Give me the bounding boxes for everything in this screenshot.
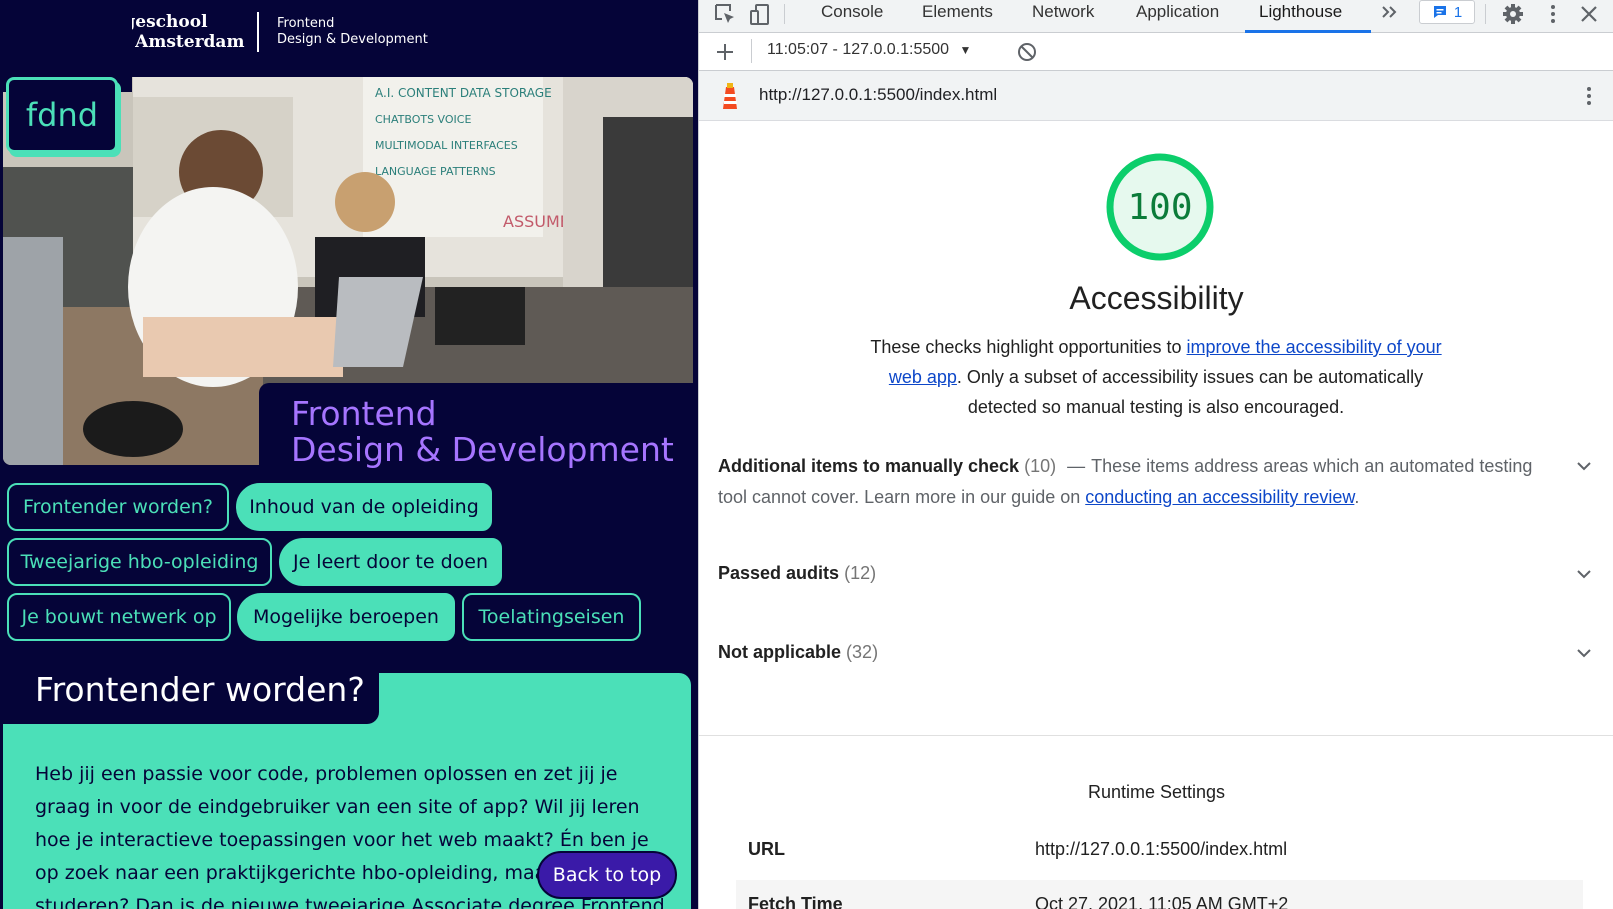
nav-pill-toelatingseisen[interactable]: Toelatingseisen [462,593,641,641]
clear-block-icon[interactable] [1017,42,1037,62]
program-name-line1: Frontend [277,16,335,31]
manual-check-end: . [1354,487,1360,507]
tab-network[interactable]: Network [1032,0,1094,33]
hero-title-line1: Frontend [291,394,437,433]
svg-text:CHATBOTS VOICE: CHATBOTS VOICE [375,113,471,126]
category-title: Accessibility [1069,280,1244,316]
runtime-row-fetch-time: Fetch Time Oct 27, 2021, 11:05 AM GMT+2 [736,880,1583,909]
not-applicable-group[interactable]: Not applicable (32) [718,642,1593,663]
lighthouse-url-bar: http://127.0.0.1:5500/index.html [699,71,1613,121]
manual-check-dash: — [1067,456,1086,476]
accessibility-review-link[interactable]: conducting an accessibility review [1085,487,1354,507]
tab-application[interactable]: Application [1136,0,1219,33]
category-description: These checks highlight opportunities to … [854,332,1458,422]
runtime-url-label: URL [748,839,785,859]
chevron-down-icon[interactable] [1575,457,1593,475]
tab-lighthouse[interactable]: Lighthouse [1245,0,1371,33]
devtools-panel: Console Elements Network Application Lig… [698,0,1613,909]
not-applicable-count: (32) [846,642,879,662]
program-name-line2: Design & Development [277,32,428,47]
toolbar-divider-3 [751,39,752,63]
new-report-plus-icon[interactable] [715,42,735,62]
website-viewport: Hogeschool van Amsterdam Frontend Design… [0,0,698,909]
section-heading: Frontender worden? [35,670,365,709]
hero-title-line2: Design & Development [291,430,674,469]
runtime-row-url: URL http://127.0.0.1:5500/index.html [736,825,1583,875]
dropdown-triangle-icon: ▼ [959,43,972,57]
devtools-tabbar: Console Elements Network Application Lig… [699,0,1613,33]
passed-audits-count: (12) [844,563,877,583]
program-name: Frontend Design & Development [277,16,477,48]
runtime-fetch-value: Oct 27, 2021, 11:05 AM GMT+2 [1035,894,1289,909]
toolbar-divider [784,4,785,24]
issues-counter-button[interactable]: 1 [1419,0,1475,24]
svg-text:MULTIMODAL INTERFACES: MULTIMODAL INTERFACES [375,139,518,152]
report-selector-label: 11:05:07 - 127.0.0.1:5500 [767,41,950,58]
section-divider [699,735,1613,736]
manual-check-count: (10) [1024,456,1057,476]
inspect-element-icon[interactable] [713,2,737,26]
passed-audits-title: Passed audits [718,563,840,583]
report-selector[interactable]: 11:05:07 - 127.0.0.1:5500 ▼ [767,41,971,59]
double-chevron-icon[interactable] [1379,3,1401,21]
report-url[interactable]: http://127.0.0.1:5500/index.html [759,85,997,105]
lighthouse-toolbar: 11:05:07 - 127.0.0.1:5500 ▼ [699,33,1613,71]
runtime-fetch-label: Fetch Time [748,894,843,909]
manual-check-title: Additional items to manually check [718,456,1020,476]
svg-text:A.I. CONTENT DATA STORAGE: A.I. CONTENT DATA STORAGE [375,86,552,100]
nav-pill-frontender-worden[interactable]: Frontender worden? [7,483,229,531]
tab-console[interactable]: Console [821,0,883,33]
fdnd-logo[interactable]: fdnd [6,77,118,153]
device-toolbar-icon[interactable] [748,2,772,26]
kebab-menu-icon[interactable] [1541,2,1565,26]
toolbar-divider-2 [1485,4,1486,24]
svg-text:ASSUME: ASSUME [503,212,570,231]
hero-title: Frontend Design & Development [291,396,691,468]
issues-count: 1 [1453,3,1463,21]
description-text-after: . Only a subset of accessibility issues … [956,367,1424,417]
issue-chat-icon [1433,6,1446,18]
runtime-url-value: http://127.0.0.1:5500/index.html [1035,839,1288,859]
lighthouse-logo-icon [723,83,737,109]
manual-check-group[interactable]: Additional items to manually check (10) … [718,451,1593,513]
nav-pill-mogelijke-beroepen[interactable]: Mogelijke beroepen [237,593,455,641]
chevron-down-icon[interactable] [1575,644,1593,662]
nav-pill-inhoud-opleiding[interactable]: Inhoud van de opleiding [236,483,492,531]
back-to-top-button[interactable]: Back to top [537,851,677,899]
chevron-down-icon[interactable] [1575,565,1593,583]
score-value: 100 [1127,186,1193,228]
report-menu-kebab-icon[interactable] [1577,84,1601,108]
description-text-before: These checks highlight opportunities to [870,337,1187,357]
svg-text:LANGUAGE PATTERNS: LANGUAGE PATTERNS [375,165,496,178]
nav-pill-netwerk-op[interactable]: Je bouwt netwerk op [7,593,231,641]
brand-divider [257,12,259,52]
nav-pill-tweejarige-opleiding[interactable]: Tweejarige hbo-opleiding [7,538,272,586]
close-icon[interactable] [1577,2,1601,26]
not-applicable-title: Not applicable [718,642,842,662]
nav-pill-leert-door-doen[interactable]: Je leert door te doen [279,538,502,586]
runtime-settings-title: Runtime Settings [1087,782,1226,802]
tab-elements[interactable]: Elements [922,0,993,33]
settings-gear-icon[interactable] [1501,2,1525,26]
passed-audits-group[interactable]: Passed audits (12) [718,563,1593,584]
